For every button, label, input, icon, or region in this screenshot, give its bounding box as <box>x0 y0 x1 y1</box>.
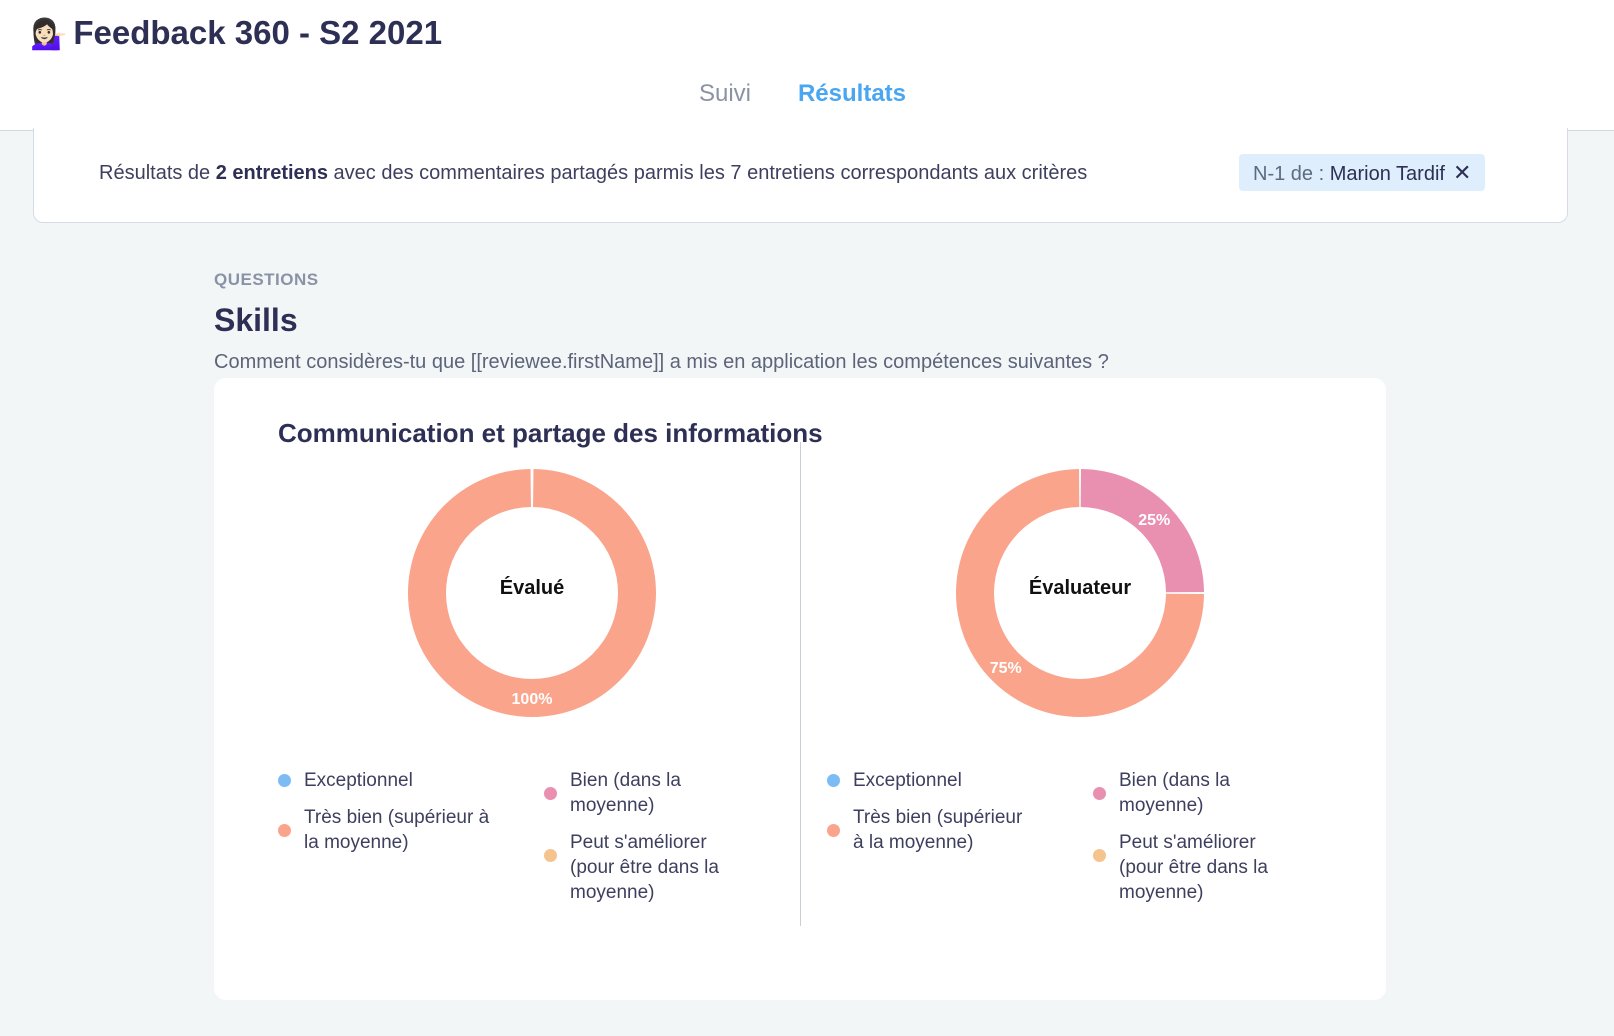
legend-label: Très bien (supérieur à la moyenne) <box>853 807 1023 853</box>
legend-label: Peut s'améliorer (pour être dans la moyenn… <box>1119 832 1268 903</box>
slice-percent-label: 75% <box>990 660 1022 677</box>
section-label: QUESTIONS <box>214 270 319 289</box>
legend-label: Peut s'améliorer (pour être dans la moyenn… <box>570 832 719 903</box>
legend-dot <box>1093 849 1106 862</box>
donut-slice[interactable] <box>1080 469 1204 593</box>
legend-dot <box>827 824 840 837</box>
summary-prefix: Résultats de <box>99 162 216 184</box>
legend-dot <box>544 849 557 862</box>
legend-label: Bien (dans la moyenne) <box>570 770 681 816</box>
legend-label: Très bien (supérieur à la moyenne) <box>304 807 490 853</box>
page-title-text: Feedback 360 - S2 2021 <box>73 14 443 51</box>
filter-chip-value: Marion Tardif <box>1329 163 1445 185</box>
tab-suivi[interactable]: Suivi <box>680 80 770 131</box>
question-card: Communication et partage des information… <box>214 378 1386 1000</box>
donut-center-label: Évaluateur <box>1028 577 1132 599</box>
donut-center-label: Évalué <box>499 577 565 599</box>
filter-chip[interactable]: N-1 de : Marion Tardif ✕ <box>1239 154 1486 191</box>
card-title: Communication et partage des information… <box>278 418 823 448</box>
results-banner: Résultats de 2 entretiens avec des comme… <box>33 128 1568 223</box>
summary-suffix: avec des commentaires partagés parmis le… <box>328 162 1088 184</box>
tab-resultats[interactable]: Résultats <box>774 80 930 131</box>
person-tipping-hand-icon: 💁🏻‍♀️ <box>30 17 68 52</box>
legend-dot <box>278 774 291 787</box>
legend-dot <box>278 824 291 837</box>
legend-dot <box>827 774 840 787</box>
divider <box>800 442 801 926</box>
filter-chip-key: N-1 de : <box>1253 163 1330 185</box>
page-title: 💁🏻‍♀️ Feedback 360 - S2 2021 <box>30 14 442 52</box>
legend-label: Exceptionnel <box>304 770 413 791</box>
donut-chart-evaluateur: 25% 75% Évaluateur <box>949 462 1211 724</box>
legend-label: Exceptionnel <box>853 770 962 791</box>
top-bar: 💁🏻‍♀️ Feedback 360 - S2 2021 Suivi Résult… <box>0 0 1614 131</box>
slice-percent-label: 25% <box>1138 512 1170 529</box>
results-summary: Résultats de 2 entretiens avec des comme… <box>99 162 1087 185</box>
slice-percent-label: 100% <box>512 691 553 708</box>
close-icon[interactable]: ✕ <box>1453 160 1471 185</box>
legend-dot <box>1093 787 1106 800</box>
summary-count: 2 entretiens <box>215 162 328 184</box>
legend-dot <box>544 787 557 800</box>
section-description: Comment considères-tu que [[reviewee.fir… <box>214 351 1109 373</box>
section-title: Skills <box>214 302 298 338</box>
donut-chart-evalue: 100% Évalué <box>401 462 663 724</box>
legend-label: Bien (dans la moyenne) <box>1119 770 1230 816</box>
